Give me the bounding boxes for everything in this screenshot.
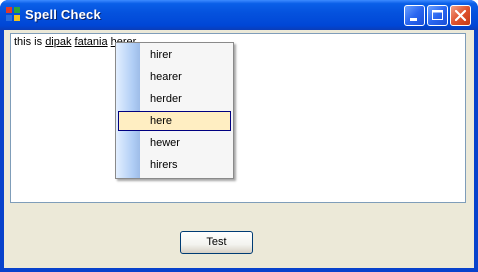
- suggestion-item[interactable]: hearer: [118, 67, 231, 87]
- app-icon: [6, 7, 20, 21]
- client-area: this is dipak fatania herer Test: [4, 30, 474, 268]
- maximize-icon: [432, 10, 443, 20]
- close-icon: [454, 9, 467, 22]
- suggestion-item[interactable]: hirer: [118, 45, 231, 65]
- suggestion-item[interactable]: hewer: [118, 133, 231, 153]
- suggestion-item-selected[interactable]: here: [118, 111, 231, 131]
- maximize-button[interactable]: [427, 5, 448, 26]
- title-bar[interactable]: Spell Check: [0, 0, 478, 30]
- misspelled-word[interactable]: dipak: [45, 36, 71, 48]
- misspelled-word[interactable]: fatania: [75, 36, 108, 48]
- minimize-button[interactable]: [404, 5, 425, 26]
- close-button[interactable]: [450, 5, 471, 26]
- suggestion-item[interactable]: herder: [118, 89, 231, 109]
- test-button[interactable]: Test: [180, 231, 253, 254]
- suggestion-item[interactable]: hirers: [118, 155, 231, 175]
- minimize-icon: [410, 18, 417, 21]
- window-title: Spell Check: [25, 7, 101, 22]
- suggestions-context-menu: hirer hearer herder here hewer hirers: [115, 42, 234, 179]
- spell-check-textbox[interactable]: this is dipak fatania herer: [10, 33, 466, 203]
- spell-check-window: Spell Check this is dipak fatania herer …: [0, 0, 478, 272]
- text-run: this is: [14, 36, 46, 48]
